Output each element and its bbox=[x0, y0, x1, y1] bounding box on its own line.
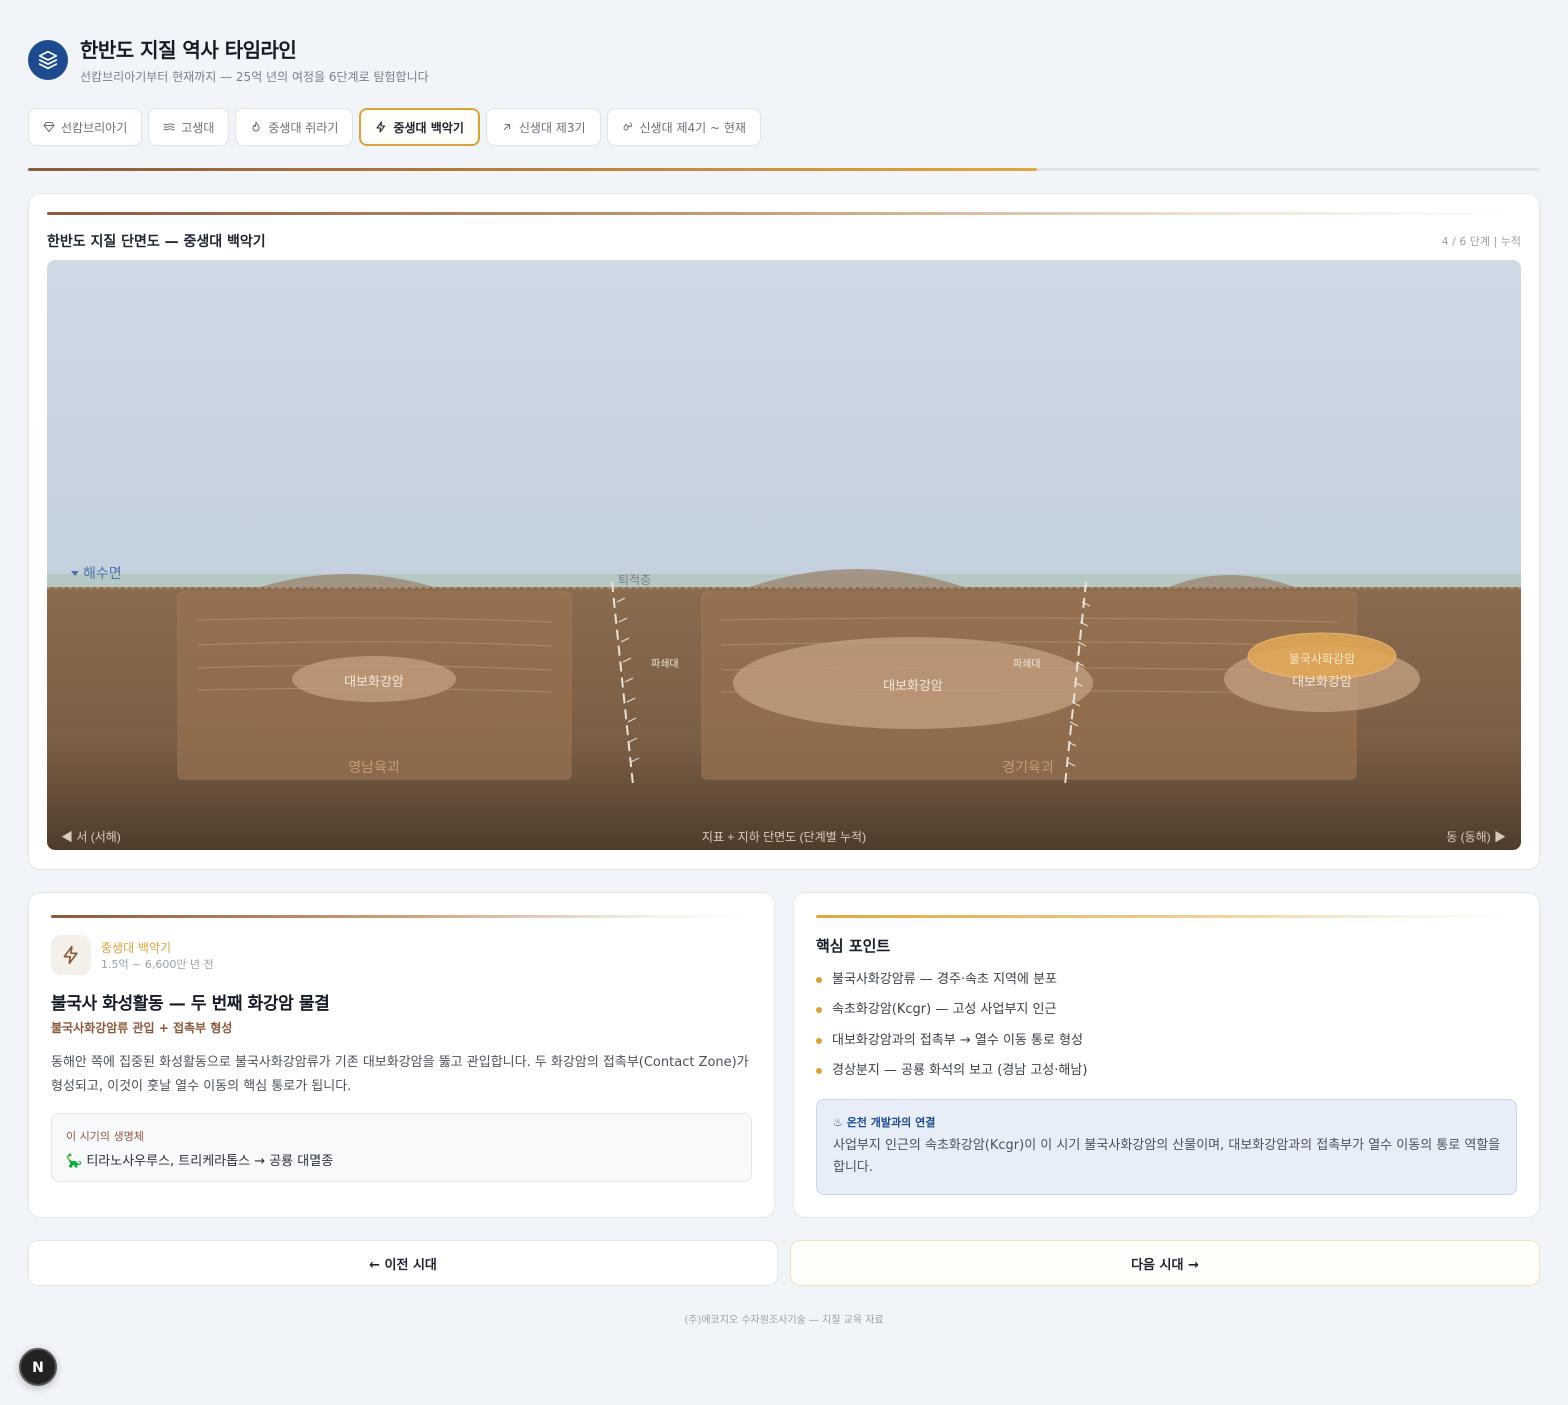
key-points-list: 불국사화강암류 — 경주·속초 지역에 분포 속초화강암(Kcgr) — 고성 … bbox=[816, 969, 1087, 1090]
sea-level-label: 해수면 bbox=[83, 565, 122, 581]
stage-indicator: 4 / 6 단계 | 누적 bbox=[1441, 235, 1521, 248]
massif-label-west: 영남육괴 bbox=[348, 759, 400, 775]
tab-jurassic[interactable]: 중생대 쥐라기 bbox=[235, 108, 354, 146]
tab-cretaceous[interactable]: 중생대 백악기 bbox=[359, 108, 480, 146]
fault-label-left: 파쇄대 bbox=[651, 658, 679, 670]
arrow-up-right-icon bbox=[503, 124, 510, 130]
west-direction-label: ◀ 서 (서해) bbox=[61, 830, 121, 844]
list-item: 속초화강암(Kcgr) — 고성 사업부지 인근 bbox=[816, 999, 1087, 1029]
tab-label: 신생대 제4기 ~ 현재 bbox=[639, 120, 746, 135]
next-era-button[interactable]: 다음 시대 → bbox=[790, 1240, 1540, 1286]
lifeforms-text: 🦕 티라노사우루스, 트리케라톱스 → 공룡 대멸종 bbox=[66, 1154, 334, 1169]
hot-spring-connection-box: ♨ 온천 개발과의 연결 사업부지 인근의 속초화강암(Kcgr)이 이 시기 … bbox=[816, 1099, 1517, 1195]
connection-text: 사업부지 인근의 속초화강암(Kcgr)이 이 시기 불국사화강암의 산물이며,… bbox=[833, 1138, 1501, 1175]
tab-tertiary[interactable]: 신생대 제3기 bbox=[485, 108, 601, 146]
cross-section-title: 한반도 지질 단면도 — 중생대 백악기 bbox=[47, 234, 266, 250]
sediment-label: 퇴적층 bbox=[618, 573, 651, 587]
flame-icon bbox=[252, 121, 260, 132]
massif-label-east: 경기육괴 bbox=[1002, 759, 1054, 775]
tab-label: 선캄브리아기 bbox=[61, 120, 128, 135]
n-badge-button[interactable]: N bbox=[19, 1348, 57, 1386]
layers-icon bbox=[28, 39, 68, 80]
page-title: 한반도 지질 역사 타임라인 bbox=[80, 38, 297, 62]
bulguksa-label: 불국사화강암 bbox=[1289, 652, 1355, 666]
waves-icon bbox=[163, 123, 175, 131]
event-subtitle: 불국사화강암류 관입 + 접촉부 형성 bbox=[51, 1021, 233, 1035]
era-tabs: 선캄브리아기 고생대 중생대 쥐라기 중생대 백악기 신생대 제3기 신생대 제… bbox=[28, 108, 761, 146]
cross-section-card: 한반도 지질 단면도 — 중생대 백악기 4 / 6 단계 | 누적 해수면 퇴… bbox=[28, 193, 1540, 870]
tab-label: 중생대 백악기 bbox=[393, 120, 464, 135]
timeline-progress bbox=[28, 168, 1540, 171]
era-info-card: 중생대 백악기 1.5억 ~ 6,600만 년 전 불국사 화성활동 — 두 번… bbox=[28, 892, 775, 1218]
granite-label: 대보화강암 bbox=[1292, 674, 1352, 689]
event-description: 동해안 쪽에 집중된 화성활동으로 불국사화강암류가 기존 대보화강암을 뚫고 … bbox=[51, 1055, 749, 1094]
list-item: 경상분지 — 공룡 화석의 보고 (경남 고성·해남) bbox=[816, 1060, 1087, 1090]
previous-era-button[interactable]: ← 이전 시대 bbox=[28, 1240, 778, 1286]
page-subtitle: 선캄브리아기부터 현재까지 — 25억 년의 여정을 6단계로 탐험합니다 bbox=[80, 70, 429, 84]
era-range: 1.5억 ~ 6,600만 년 전 bbox=[101, 958, 214, 971]
timeline-progress-fill bbox=[28, 168, 1037, 171]
gem-icon bbox=[43, 122, 55, 132]
key-points-card: 핵심 포인트 불국사화강암류 — 경주·속초 지역에 분포 속초화강암(Kcgr… bbox=[793, 892, 1540, 1218]
connection-title: ♨ 온천 개발과의 연결 bbox=[833, 1116, 936, 1129]
card-accent-line bbox=[51, 915, 751, 918]
tab-label: 신생대 제3기 bbox=[518, 120, 586, 135]
geologic-cross-section: 해수면 퇴적층 파쇄대 파쇄대 대보화강암 대보화강암 대보화강암 불국사화강암… bbox=[47, 260, 1521, 850]
granite-label: 대보화강암 bbox=[883, 678, 943, 693]
footer-credit: (주)에코지오 수자원조사기술 — 지질 교육 자료 bbox=[684, 1315, 884, 1326]
lifeforms-box: 이 시기의 생명체 🦕 티라노사우루스, 트리케라톱스 → 공룡 대멸종 bbox=[51, 1113, 752, 1182]
tab-paleozoic[interactable]: 고생대 bbox=[148, 108, 230, 146]
key-points-title: 핵심 포인트 bbox=[816, 937, 891, 955]
sky bbox=[47, 260, 1521, 588]
granite-label: 대보화강암 bbox=[344, 674, 404, 689]
tab-label: 고생대 bbox=[181, 120, 215, 135]
list-item: 불국사화강암류 — 경주·속초 지역에 분포 bbox=[816, 969, 1087, 999]
east-direction-label: 동 (동해) ▶ bbox=[1446, 830, 1506, 844]
zap-icon bbox=[376, 121, 386, 133]
card-accent-line bbox=[47, 212, 1521, 215]
n-badge-letter: N bbox=[32, 1360, 44, 1375]
droplets-icon bbox=[623, 122, 632, 131]
list-item: 대보화강암과의 접촉부 → 열수 이동 통로 형성 bbox=[816, 1030, 1087, 1060]
lifeforms-label: 이 시기의 생명체 bbox=[66, 1130, 144, 1143]
cross-section-caption: 지표 + 지하 단면도 (단계별 누적) bbox=[702, 830, 866, 844]
event-title: 불국사 화성활동 — 두 번째 화강암 물결 bbox=[51, 994, 330, 1014]
app-header: 한반도 지질 역사 타임라인 선캄브리아기부터 현재까지 — 25억 년의 여정… bbox=[28, 34, 429, 85]
fault-label-right: 파쇄대 bbox=[1013, 658, 1041, 670]
zap-icon bbox=[51, 935, 91, 975]
tab-quaternary[interactable]: 신생대 제4기 ~ 현재 bbox=[606, 108, 761, 146]
n-logo-icon: N bbox=[32, 1360, 44, 1375]
card-accent-line bbox=[816, 915, 1516, 918]
tab-label: 중생대 쥐라기 bbox=[268, 120, 339, 135]
era-name: 중생대 백악기 bbox=[101, 941, 172, 955]
tab-precambrian[interactable]: 선캄브리아기 bbox=[28, 108, 143, 146]
